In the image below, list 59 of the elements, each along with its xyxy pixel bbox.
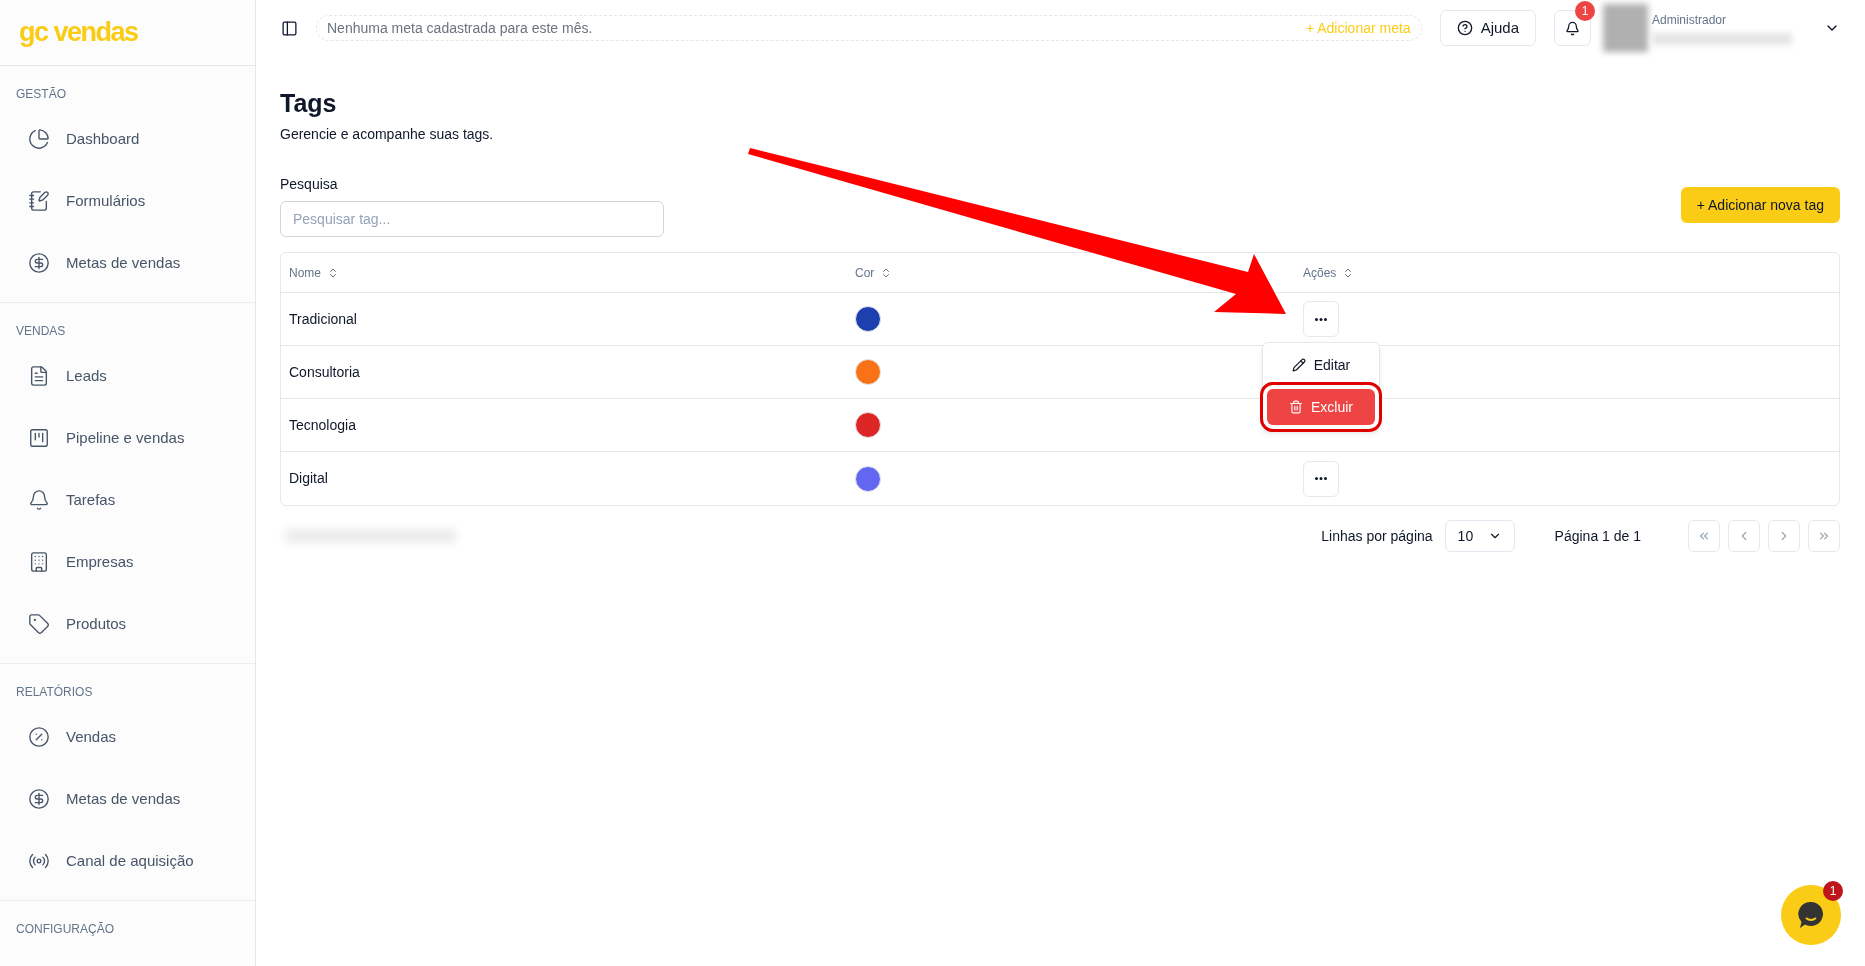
add-tag-button[interactable]: + Adicionar nova tag: [1680, 187, 1840, 223]
section-heading: RELATÓRIOS: [15, 683, 94, 701]
column-header[interactable]: Cor: [855, 263, 875, 282]
sidebar-item[interactable]: Metas de vendas: [9, 768, 246, 830]
page-indicator: Página 1 de 1: [1554, 526, 1641, 546]
sidebar-item[interactable]: Empresas: [9, 531, 246, 593]
sidebar-toggle-icon[interactable]: [281, 19, 298, 37]
double-chevron-left-icon: [1697, 529, 1711, 543]
user-role: Administrador: [1652, 12, 1728, 29]
notification-badge: 1: [1575, 1, 1595, 21]
sidebar-item[interactable]: Formulários: [9, 170, 246, 232]
goal-message: Nenhuma meta cadastrada para este mês.: [327, 18, 593, 38]
rows-per-page-label: Linhas por página: [1321, 526, 1433, 546]
chat-badge: 1: [1823, 881, 1843, 901]
sidebar-item[interactable]: Produtos: [9, 593, 246, 655]
notebook-icon: [28, 190, 50, 212]
trash-icon: [1289, 400, 1303, 414]
help-icon: [1456, 20, 1473, 36]
sidebar-item[interactable]: Metas de vendas: [9, 232, 246, 294]
tag-name: Tradicional: [289, 310, 357, 327]
chat-button[interactable]: [1781, 885, 1841, 945]
column-header[interactable]: Ações: [1303, 263, 1337, 282]
avatar: [1603, 4, 1648, 52]
search-label: Pesquisa: [280, 175, 339, 194]
sidebar-item[interactable]: Pipeline e vendas: [9, 407, 246, 469]
document-icon: [28, 365, 50, 387]
section-heading: GESTÃO: [15, 86, 67, 103]
sidebar-item[interactable]: Canal de aquisição: [9, 830, 246, 892]
chat-icon: [1796, 900, 1826, 930]
section-heading: CONFIGURAÇÃO: [15, 921, 115, 938]
tag-name: Digital: [289, 470, 328, 486]
tag-icon: [28, 613, 50, 635]
dollar-icon: [28, 788, 50, 810]
tag-name: Tecnologia: [289, 416, 356, 433]
help-button[interactable]: Ajuda: [1439, 10, 1536, 46]
more-icon: [1315, 477, 1327, 480]
search-field[interactable]: Pesquisar tag...: [280, 201, 664, 237]
double-chevron-right-icon: [1817, 529, 1831, 543]
sidebar-item[interactable]: Dashboard: [9, 108, 246, 170]
bell-icon: [1565, 20, 1580, 36]
more-icon: [1315, 317, 1327, 321]
rows-per-page-select[interactable]: 10: [1444, 520, 1515, 552]
page-title: Tags: [280, 88, 338, 118]
sidebar-item[interactable]: Leads: [9, 345, 246, 407]
page-subtitle: Gerencie e acompanhe suas tags.: [280, 125, 495, 144]
column-header[interactable]: Nome: [289, 263, 321, 282]
tag-name: Consultoria: [289, 363, 360, 380]
kanban-icon: [28, 427, 50, 449]
building-icon: [28, 551, 50, 573]
pencil-icon: [1291, 358, 1306, 372]
percent-icon: [28, 726, 50, 748]
pie-chart-icon: [28, 128, 50, 150]
dollar-icon: [28, 252, 50, 274]
sidebar-item[interactable]: Tarefas: [9, 469, 246, 531]
menu-item[interactable]: Editar: [1267, 347, 1375, 383]
sidebar-item[interactable]: Vendas: [9, 706, 246, 768]
section-heading: VENDAS: [15, 323, 67, 340]
sort-icon[interactable]: [327, 266, 339, 279]
bell-icon: [28, 489, 50, 511]
